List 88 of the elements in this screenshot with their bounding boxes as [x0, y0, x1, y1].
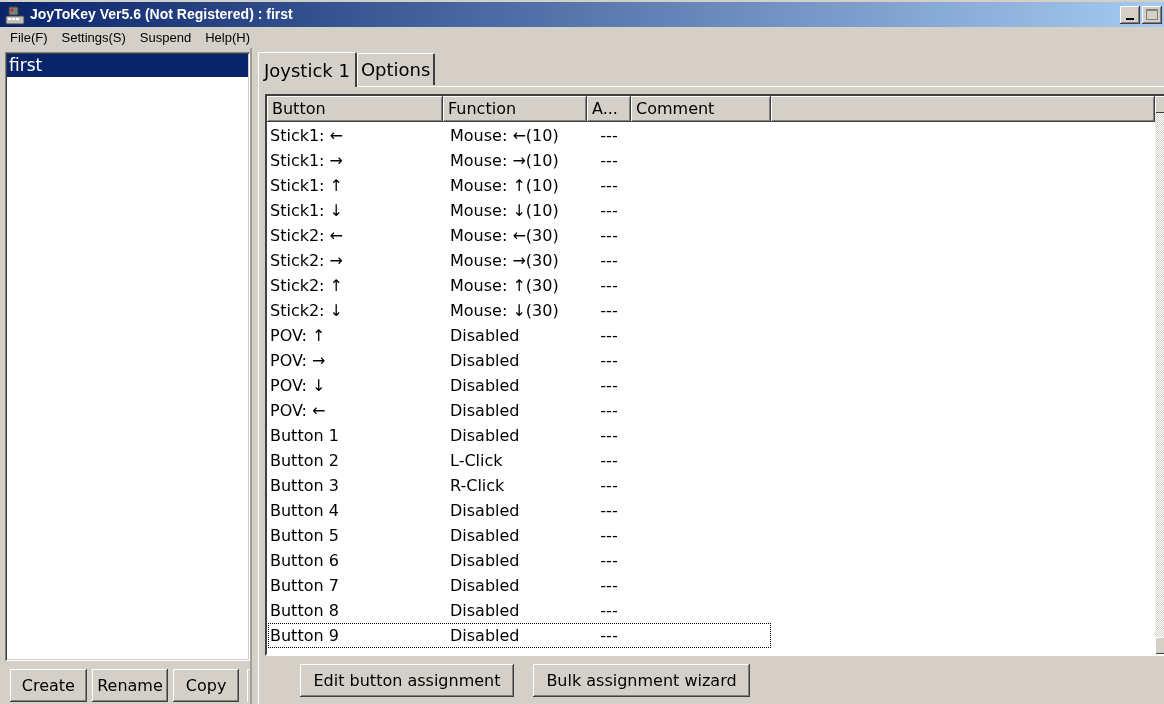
table-cell-text: ---: [599, 124, 619, 147]
table-cell-text: Mouse: ←(10): [449, 124, 560, 147]
table-cell-text: Disabled: [449, 599, 521, 622]
table-cell-text: Mouse: ←(30): [449, 224, 560, 247]
table-cell-text: Mouse: ↑(30): [449, 274, 560, 297]
table-cell-text: ---: [599, 449, 619, 472]
table-cell-text: ---: [599, 549, 619, 572]
table-cell-text: Button 2: [269, 449, 340, 472]
table-cell-text: Mouse: →(10): [449, 149, 560, 172]
table-cell-text: ---: [599, 374, 619, 397]
profile-item[interactable]: first: [7, 54, 248, 77]
table-cell-text: Button 6: [269, 549, 340, 572]
table-cell-text: POV: ←: [269, 399, 327, 422]
table-cell-text: Disabled: [449, 524, 521, 547]
profile-button[interactable]: Create: [10, 669, 87, 702]
table-cell-text: Button 5: [269, 524, 340, 547]
table-cell-text: Button 1: [269, 424, 340, 447]
scrollbar[interactable]: [1155, 113, 1164, 654]
table-cell-text: ---: [599, 424, 619, 447]
table-cell-text: ---: [599, 249, 619, 272]
minimize-button[interactable]: [1120, 5, 1140, 24]
table-cell-text: ---: [599, 324, 619, 347]
table-cell-text: ---: [599, 149, 619, 172]
table-cell-text: ---: [599, 174, 619, 197]
table-cell-text: Button 9: [269, 624, 340, 647]
table-cell-text: ---: [599, 399, 619, 422]
minimize-icon: [1126, 17, 1134, 20]
table-cell-text: Stick2: ←: [269, 224, 344, 247]
table-cell-text: Stick1: ←: [269, 124, 344, 147]
table-cell-text: Button 8: [269, 599, 340, 622]
column-header[interactable]: Function: [443, 96, 587, 122]
table-cell-text: Disabled: [449, 424, 521, 447]
table-cell-text: POV: ↑: [269, 324, 327, 347]
table-cell-text: ---: [599, 224, 619, 247]
table-cell-text: Disabled: [449, 499, 521, 522]
table-cell-text: Button 4: [269, 499, 340, 522]
table-cell-text: Stick2: ↓: [269, 299, 344, 322]
table-cell-text: Disabled: [449, 574, 521, 597]
scroll-down-button[interactable]: [1155, 637, 1164, 654]
table-cell-text: Stick1: →: [269, 149, 344, 172]
tab[interactable]: Options: [356, 53, 436, 85]
table-cell-text: Button 3: [269, 474, 340, 497]
table-cell-text: Disabled: [449, 624, 521, 647]
table-cell-text: Disabled: [449, 399, 521, 422]
scroll-up-button[interactable]: [1155, 96, 1164, 113]
table-cell-text: ---: [599, 474, 619, 497]
table-cell-text: Stick1: ↓: [269, 199, 344, 222]
table-cell-text: ---: [599, 599, 619, 622]
table-cell-text: Disabled: [449, 374, 521, 397]
maximize-button[interactable]: [1142, 5, 1162, 24]
table-cell-text: Mouse: ↑(10): [449, 174, 560, 197]
maximize-icon: [1146, 9, 1158, 20]
profile-button[interactable]: Copy: [173, 669, 239, 702]
table-cell-text: Stick2: ↑: [269, 274, 344, 297]
table-cell-text: R-Click: [449, 474, 506, 497]
table-cell-text: Disabled: [449, 349, 521, 372]
menu-item[interactable]: File(F): [3, 27, 55, 48]
table-cell-text: Mouse: →(30): [449, 249, 560, 272]
table-cell-text: ---: [599, 349, 619, 372]
table-cell-text: L-Click: [449, 449, 504, 472]
table-cell-text: POV: →: [269, 349, 327, 372]
menu-item[interactable]: Settings(S): [54, 27, 133, 48]
column-header[interactable]: A...: [587, 96, 631, 122]
table-cell-text: ---: [599, 274, 619, 297]
table-cell-text: ---: [599, 624, 619, 647]
table-cell-text: Button 7: [269, 574, 340, 597]
table-cell-text: Disabled: [449, 324, 521, 347]
table-cell-text: ---: [599, 199, 619, 222]
menu-item[interactable]: Help(H): [198, 27, 257, 48]
action-button[interactable]: Bulk assignment wizard: [533, 664, 750, 697]
table-cell-text: ---: [599, 299, 619, 322]
menu-item[interactable]: Suspend: [132, 27, 199, 48]
table-cell-text: ---: [599, 499, 619, 522]
profile-button[interactable]: Rename: [91, 669, 169, 702]
table-cell-text: Stick2: →: [269, 249, 344, 272]
table-cell-text: Mouse: ↓(10): [449, 199, 560, 222]
tab[interactable]: Joystick 1: [258, 52, 357, 87]
table-cell-text: POV: ↓: [269, 374, 327, 397]
column-header[interactable]: Button: [267, 96, 443, 122]
action-button[interactable]: Edit button assignment: [300, 664, 514, 697]
table-cell-text: ---: [599, 524, 619, 547]
column-header[interactable]: Comment: [631, 96, 771, 122]
table-cell-text: Stick1: ↑: [269, 174, 344, 197]
table-cell-text: ---: [599, 574, 619, 597]
table-cell-text: Mouse: ↓(30): [449, 299, 560, 322]
window-title: JoyToKey Ver5.6 (Not Registered) : first: [30, 5, 293, 24]
joystick-icon: [5, 4, 25, 25]
table-cell-text: Disabled: [449, 549, 521, 572]
